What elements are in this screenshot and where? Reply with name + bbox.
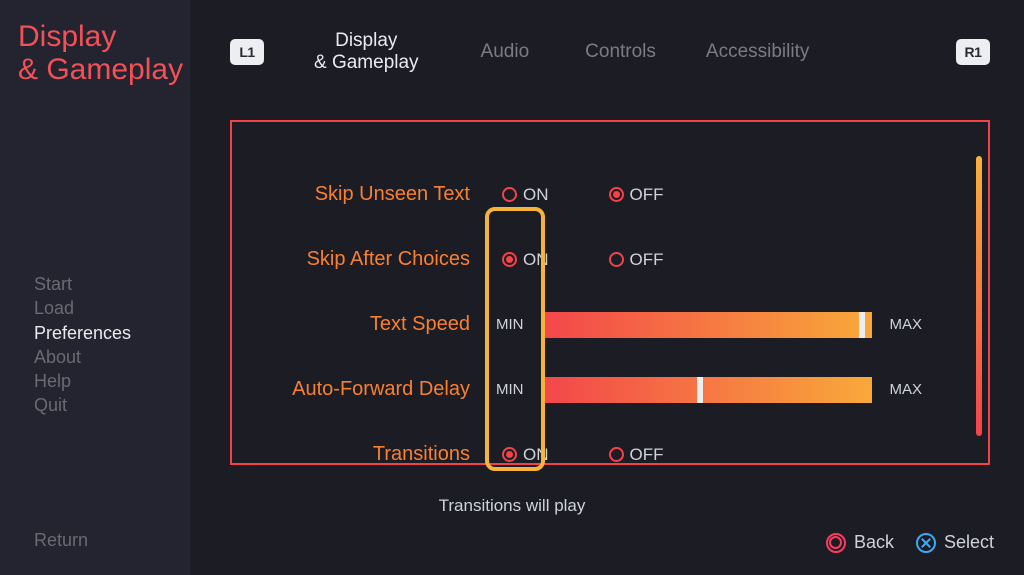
circle-button-icon (826, 533, 846, 553)
return-button[interactable]: Return (34, 530, 88, 551)
row-transitions: Transitions ON OFF (232, 422, 988, 487)
l1-bumper-icon[interactable]: L1 (230, 39, 264, 65)
opt-label: ON (523, 445, 549, 465)
row-skip-after: Skip After Choices ON OFF (232, 227, 988, 292)
page-title: Display & Gameplay (12, 20, 190, 86)
label-text-speed: Text Speed (232, 313, 484, 336)
radio-icon (502, 252, 517, 267)
radio-icon (502, 447, 517, 462)
slider-handle[interactable] (859, 312, 865, 338)
text-speed-slider[interactable] (542, 312, 872, 338)
back-hint: Back (826, 532, 894, 553)
max-label: MAX (890, 381, 923, 398)
scroll-indicator[interactable] (976, 156, 982, 436)
radio-icon (609, 447, 624, 462)
r1-bumper-icon[interactable]: R1 (956, 39, 990, 65)
tab-audio[interactable]: Audio (481, 41, 530, 63)
opts-skip-unseen: ON OFF (484, 185, 664, 205)
min-label: MIN (496, 316, 524, 333)
label-skip-after: Skip After Choices (232, 248, 484, 271)
sidebar-item-start[interactable]: Start (34, 272, 190, 296)
sidebar-item-about[interactable]: About (34, 345, 190, 369)
slider-handle[interactable] (697, 377, 703, 403)
title-line1: Display (18, 20, 116, 53)
sidebar-item-help[interactable]: Help (34, 369, 190, 393)
opt-label: ON (523, 250, 549, 270)
radio-icon (609, 187, 624, 202)
cross-button-icon (916, 533, 936, 553)
settings-rows: Skip Unseen Text ON OFF Skip After Choic… (232, 122, 988, 487)
skip-after-on[interactable]: ON (502, 250, 549, 270)
settings-panel: Skip Unseen Text ON OFF Skip After Choic… (230, 120, 990, 465)
opts-transitions: ON OFF (484, 445, 664, 465)
footer-hints: Back Select (826, 532, 994, 553)
sidebar-item-load[interactable]: Load (34, 296, 190, 320)
auto-forward-slider[interactable] (542, 377, 872, 403)
row-text-speed: Text Speed MIN MAX (232, 292, 988, 357)
title-line2: & Gameplay (18, 53, 183, 86)
opt-label: OFF (630, 250, 664, 270)
skip-unseen-on[interactable]: ON (502, 185, 549, 205)
back-label: Back (854, 532, 894, 553)
tab-controls[interactable]: Controls (585, 41, 656, 63)
tab-bar: L1 Display& Gameplay Audio Controls Acce… (230, 30, 990, 74)
row-auto-forward: Auto-Forward Delay MIN MAX (232, 357, 988, 422)
sidebar: Display & Gameplay Start Load Preference… (0, 0, 190, 575)
sidebar-item-preferences[interactable]: Preferences (34, 321, 190, 345)
row-skip-unseen: Skip Unseen Text ON OFF (232, 162, 988, 227)
select-label: Select (944, 532, 994, 553)
min-label: MIN (496, 381, 524, 398)
tab-display-gameplay[interactable]: Display& Gameplay (314, 30, 419, 74)
hint-text: Transitions will play (0, 496, 1024, 516)
transitions-on[interactable]: ON (502, 445, 549, 465)
opt-label: OFF (630, 445, 664, 465)
radio-icon (502, 187, 517, 202)
label-transitions: Transitions (232, 443, 484, 466)
text-speed-slider-wrap: MIN MAX (484, 312, 922, 338)
skip-unseen-off[interactable]: OFF (609, 185, 664, 205)
tab-label: Display& Gameplay (314, 30, 419, 73)
opt-label: OFF (630, 185, 664, 205)
auto-forward-slider-wrap: MIN MAX (484, 377, 922, 403)
label-auto-forward: Auto-Forward Delay (232, 378, 484, 401)
skip-after-off[interactable]: OFF (609, 250, 664, 270)
radio-icon (609, 252, 624, 267)
max-label: MAX (890, 316, 923, 333)
side-menu: Start Load Preferences About Help Quit (12, 272, 190, 418)
tab-accessibility[interactable]: Accessibility (706, 41, 809, 63)
sidebar-item-quit[interactable]: Quit (34, 393, 190, 417)
opts-skip-after: ON OFF (484, 250, 664, 270)
select-hint: Select (916, 532, 994, 553)
label-skip-unseen: Skip Unseen Text (232, 183, 484, 206)
transitions-off[interactable]: OFF (609, 445, 664, 465)
opt-label: ON (523, 185, 549, 205)
